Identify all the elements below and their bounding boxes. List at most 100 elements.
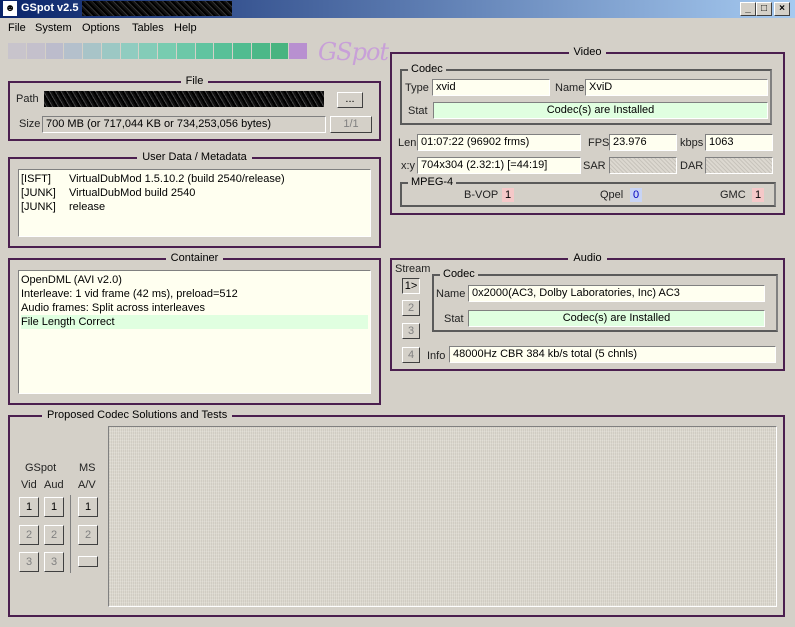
audio-group: Audio Stream 1> 2 3 4 Codec Name 0x2000(…	[390, 252, 785, 371]
container-group: Container OpenDML (AVI v2.0) Interleave:…	[8, 252, 381, 405]
video-codec-title: Codec	[408, 63, 446, 75]
logo-gradient-segment	[101, 43, 120, 59]
gspot-vid-test-1[interactable]: 1	[19, 497, 39, 517]
sar-label: SAR	[583, 160, 606, 172]
len-field: 01:07:22 (96902 frms)	[417, 134, 581, 151]
stream-button-4[interactable]: 4	[402, 347, 420, 363]
list-item[interactable]: File Length Correct	[21, 315, 368, 329]
path-label: Path	[16, 93, 39, 105]
sar-field	[609, 157, 677, 174]
video-stat-label: Stat	[408, 105, 428, 117]
container-group-title: Container	[165, 252, 224, 264]
ms-av-test-1[interactable]: 1	[78, 497, 98, 517]
menu-options[interactable]: Options	[82, 22, 120, 34]
close-button[interactable]: ×	[774, 2, 790, 16]
path-field-redacted[interactable]	[44, 91, 324, 107]
list-item[interactable]: OpenDML (AVI v2.0)	[21, 273, 368, 287]
ms-av-test-2[interactable]: 2	[78, 525, 98, 545]
audio-name-field: 0x2000(AC3, Dolby Laboratories, Inc) AC3	[468, 285, 765, 302]
video-stat-field: Codec(s) are Installed	[433, 102, 768, 119]
dar-label: DAR	[680, 160, 704, 172]
logo-gradient-bar	[8, 43, 308, 59]
menu-tables[interactable]: Tables	[132, 22, 164, 34]
gspot-col-label: GSpot	[25, 462, 57, 474]
logo-gradient-segment	[139, 43, 157, 59]
dar-field	[705, 157, 773, 174]
logo-gradient-segment	[8, 43, 26, 59]
mpeg4-title: MPEG-4	[408, 176, 457, 188]
gspot-aud-test-2[interactable]: 2	[44, 525, 64, 545]
xy-label: x:y	[401, 160, 416, 172]
video-group: Video Codec Type xvid Name XviD Stat Cod…	[390, 46, 785, 215]
video-name-label: Name	[555, 82, 585, 94]
proposed-group-title: Proposed Codec Solutions and Tests	[42, 409, 233, 421]
bvop-flag: 1	[502, 188, 514, 202]
video-group-title: Video	[568, 46, 607, 58]
logo-gradient-segment	[26, 43, 45, 59]
menu-bar: File System Options Tables Help	[0, 19, 795, 37]
solutions-panel[interactable]	[108, 426, 777, 607]
audio-stat-field: Codec(s) are Installed	[468, 310, 765, 327]
gmc-label: GMC	[720, 189, 746, 201]
len-label: Len	[398, 137, 417, 149]
gspot-vid-test-3[interactable]: 3	[19, 552, 39, 572]
list-item[interactable]: Interleave: 1 vid frame (42 ms), preload…	[21, 287, 368, 301]
file-group: File Path ... Size 700 MB (or 717,044 KB…	[8, 75, 381, 141]
aud-col-label: Aud	[44, 479, 64, 491]
minimize-button[interactable]: _	[740, 2, 756, 16]
userdata-group-title: User Data / Metadata	[137, 151, 252, 163]
logo-gradient-segment	[158, 43, 176, 59]
logo-gradient-segment	[270, 43, 289, 59]
av-col-label: A/V	[78, 479, 96, 491]
video-codec-box: Codec Type xvid Name XviD Stat Codec(s) …	[400, 63, 772, 125]
ms-av-test-placeholder[interactable]	[78, 556, 98, 567]
fps-label: FPS	[588, 137, 610, 149]
list-item[interactable]: [JUNK] release	[21, 200, 368, 214]
logo-gradient-segment	[233, 43, 251, 59]
list-item[interactable]: [JUNK] VirtualDubMod build 2540	[21, 186, 368, 200]
mpeg4-box: MPEG-4 B-VOP 1 Qpel 0 GMC 1	[400, 176, 776, 207]
userdata-group: User Data / Metadata [ISFT] VirtualDubMod…	[8, 151, 381, 248]
audio-codec-box: Codec Name 0x2000(AC3, Dolby Laboratorie…	[432, 268, 778, 332]
gspot-aud-test-3[interactable]: 3	[44, 552, 64, 572]
size-field: 700 MB (or 717,044 KB or 734,253,056 byt…	[42, 116, 326, 133]
vid-col-label: Vid	[21, 479, 37, 491]
video-type-label: Type	[405, 82, 429, 94]
menu-help[interactable]: Help	[174, 22, 197, 34]
column-divider	[70, 495, 71, 573]
logo-gradient-segment	[64, 43, 82, 59]
proposed-group: Proposed Codec Solutions and Tests GSpot…	[8, 409, 785, 617]
gspot-vid-test-2[interactable]: 2	[19, 525, 39, 545]
title-bar: ☻ GSpot v2.5 ß8: _ □ ×	[0, 0, 795, 18]
audio-name-label: Name	[436, 288, 466, 300]
file-counter[interactable]: 1/1	[330, 116, 372, 133]
maximize-button[interactable]: □	[756, 2, 772, 16]
list-item[interactable]: Audio frames: Split across interleaves	[21, 301, 368, 315]
stream-button-1[interactable]: 1>	[402, 278, 420, 294]
gspot-aud-test-1[interactable]: 1	[44, 497, 64, 517]
info-field: 48000Hz CBR 384 kb/s total (5 chnls)	[449, 346, 776, 363]
stream-label: Stream	[395, 263, 431, 275]
logo-gradient-segment	[176, 43, 195, 59]
fps-field: 23.976	[609, 134, 677, 151]
bvop-label: B-VOP	[464, 189, 499, 201]
browse-button[interactable]: ...	[337, 92, 363, 108]
audio-group-title: Audio	[568, 252, 607, 264]
kbps-field: 1063	[705, 134, 773, 151]
stream-button-2[interactable]: 2	[402, 300, 420, 316]
list-item[interactable]: [ISFT] VirtualDubMod 1.5.10.2 (build 2540…	[21, 172, 368, 186]
size-label: Size	[19, 118, 41, 130]
container-list[interactable]: OpenDML (AVI v2.0) Interleave: 1 vid fra…	[18, 270, 371, 394]
stream-button-3[interactable]: 3	[402, 323, 420, 339]
video-type-field: xvid	[432, 79, 550, 96]
menu-file[interactable]: File	[8, 22, 26, 34]
logo-gradient-segment	[195, 43, 214, 59]
logo-gradient-segment	[251, 43, 270, 59]
menu-system[interactable]: System	[35, 22, 72, 34]
file-group-title: File	[180, 75, 209, 87]
app-icon[interactable]: ☻	[3, 1, 17, 16]
logo-gradient-segment	[45, 43, 64, 59]
logo-gradient-segment	[83, 43, 101, 59]
audio-codec-title: Codec	[440, 268, 478, 280]
userdata-list[interactable]: [ISFT] VirtualDubMod 1.5.10.2 (build 2540…	[18, 169, 371, 237]
